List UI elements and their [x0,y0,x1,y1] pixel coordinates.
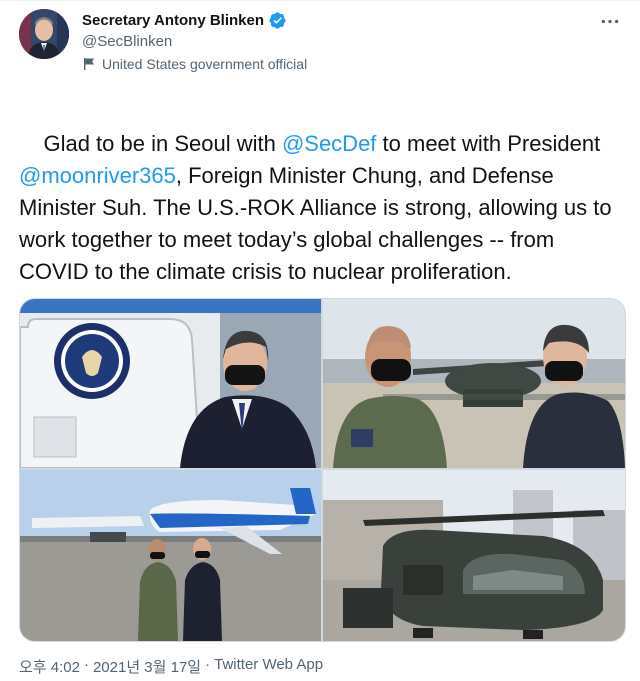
photo-3[interactable] [20,470,321,641]
photo-2-image [323,299,625,468]
photo-2[interactable] [323,299,625,468]
photo-3-image [20,470,321,641]
tweet-date[interactable]: 2021년 3월 17일 [93,656,201,677]
more-options-button[interactable] [598,11,622,31]
photo-1-image [20,299,321,468]
mention-link-moonriver365[interactable]: @moonriver365 [19,163,176,188]
author-name-row: Secretary Antony Blinken [82,11,287,30]
author-handle[interactable]: @SecBlinken [82,33,172,50]
media-grid [19,298,626,642]
tweet-timestamp[interactable]: 오후 4:02 [19,656,80,677]
government-label: United States government official [82,56,307,72]
author-display-name[interactable]: Secretary Antony Blinken [82,12,264,29]
meta-separator: · [205,656,211,673]
more-dots-icon [601,19,619,23]
mention-link-secdef[interactable]: @SecDef [282,131,376,156]
avatar-image [19,9,69,59]
tweet-text-segment: Glad to be in Seoul with [43,131,282,156]
tweet-text-segment: to meet with President [376,131,607,156]
meta-separator: · [83,656,89,673]
tweet-meta: 오후 4:02 · 2021년 3월 17일 · Twitter Web App [19,656,323,677]
verified-badge-icon [268,11,287,30]
photo-1[interactable] [20,299,321,468]
photo-4[interactable] [323,470,625,641]
tweet-source[interactable]: Twitter Web App [214,656,323,677]
government-label-text: United States government official [102,56,308,72]
flag-icon [82,57,96,71]
photo-4-image [323,470,625,641]
avatar[interactable] [19,9,69,59]
tweet-card: Secretary Antony Blinken @SecBlinken Uni… [0,0,640,681]
tweet-text: Glad to be in Seoul with @SecDef to meet… [19,96,629,320]
